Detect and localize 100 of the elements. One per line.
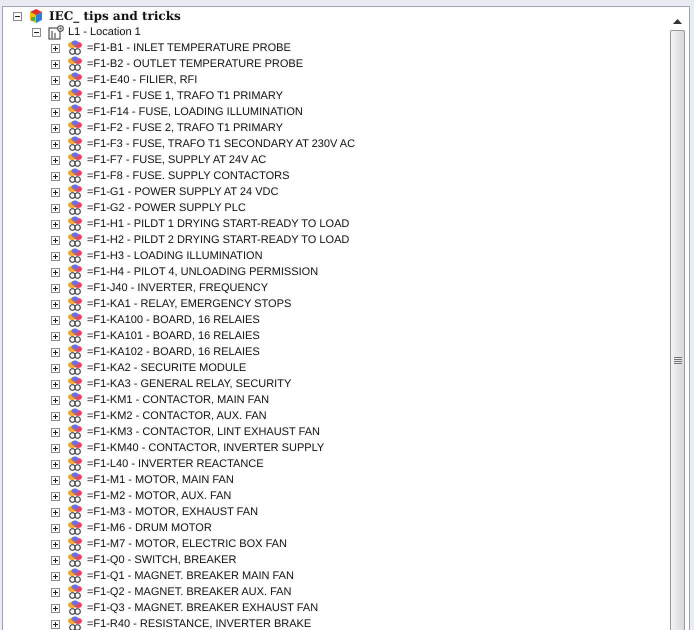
device-icon [67,408,83,424]
tree-item[interactable]: =F1-M3 - MOTOR, EXHAUST FAN [87,505,258,519]
expand-icon[interactable] [51,556,60,564]
expand-icon[interactable] [51,140,60,148]
tree-item[interactable]: =F1-G1 - POWER SUPPLY AT 24 VDC [87,185,278,199]
tree-item[interactable]: =F1-Q3 - MAGNET. BREAKER EXHAUST FAN [87,601,318,615]
device-icon [67,600,83,616]
expand-icon[interactable] [51,316,60,324]
expand-icon[interactable] [51,604,60,612]
expand-icon[interactable] [51,540,60,548]
tree-item[interactable]: =F1-KA2 - SECURITE MODULE [87,361,246,375]
tree-item[interactable]: =F1-KM2 - CONTACTOR, AUX. FAN [87,409,267,423]
tree-item[interactable]: =F1-G2 - POWER SUPPLY PLC [87,201,246,215]
device-icon [67,360,83,376]
device-icon [67,264,83,280]
expand-icon[interactable] [51,204,60,212]
tree-item[interactable]: =F1-KA101 - BOARD, 16 RELAIES [87,329,260,343]
device-icon [67,616,83,630]
expand-icon[interactable] [51,172,60,180]
device-icon [67,200,83,216]
tree-item[interactable]: =F1-E40 - FILIER, RFI [87,73,198,87]
tree-item[interactable]: L1 - Location 1 [68,25,141,39]
expand-icon[interactable] [51,572,60,580]
expand-icon[interactable] [51,60,60,68]
expand-icon[interactable] [51,268,60,276]
collapse-icon[interactable] [13,12,22,20]
expand-icon[interactable] [51,588,60,596]
device-icon [67,136,83,152]
tree-item[interactable]: =F1-KA3 - GENERAL RELAY, SECURITY [87,377,292,391]
tree-item[interactable]: =F1-H3 - LOADING ILLUMINATION [87,249,263,263]
scroll-thumb[interactable] [670,30,685,630]
tree-item[interactable]: =F1-L40 - INVERTER REACTANCE [87,457,264,471]
tree-item[interactable]: =F1-H2 - PILDT 2 DRYING START-READY TO LOAD [87,233,350,247]
expand-icon[interactable] [51,380,60,388]
expand-icon[interactable] [51,300,60,308]
expand-icon[interactable] [51,284,60,292]
tree-item[interactable]: =F1-H4 - PILOT 4, UNLOADING PERMISSION [87,265,318,279]
tree-item[interactable]: =F1-KM1 - CONTACTOR, MAIN FAN [87,393,270,407]
expand-icon[interactable] [51,364,60,372]
tree-item[interactable]: =F1-M7 - MOTOR, ELECTRIC BOX FAN [87,537,287,551]
tree-item[interactable]: =F1-M1 - MOTOR, MAIN FAN [87,473,234,487]
tree-item[interactable]: =F1-KA102 - BOARD, 16 RELAIES [87,345,260,359]
tree-item[interactable]: =F1-F2 - FUSE 2, TRAFO T1 PRIMARY [87,121,283,135]
expand-icon[interactable] [51,444,60,452]
expand-icon[interactable] [51,332,60,340]
tree-item[interactable]: =F1-F3 - FUSE, TRAFO T1 SECONDARY AT 230V AC [87,137,356,151]
tree-item[interactable]: =F1-Q0 - SWITCH, BREAKER [87,553,236,567]
tree-item[interactable]: IEC_ tips and tricks [49,9,181,23]
expand-icon[interactable] [51,412,60,420]
expand-icon[interactable] [51,188,60,196]
device-icon [67,424,83,440]
collapse-icon[interactable] [32,28,41,36]
expand-icon[interactable] [51,156,60,164]
tree-item[interactable]: =F1-B2 - OUTLET TEMPERATURE PROBE [87,57,304,71]
expand-icon[interactable] [51,92,60,100]
expand-icon[interactable] [51,108,60,116]
device-icon [67,440,83,456]
tree-item[interactable]: =F1-F1 - FUSE 1, TRAFO T1 PRIMARY [87,89,283,103]
tree-item[interactable]: =F1-Q2 - MAGNET. BREAKER AUX. FAN [87,585,292,599]
tree-item[interactable]: =F1-H1 - PILDT 1 DRYING START-READY TO LOAD [87,217,350,231]
device-icon [67,104,83,120]
expand-icon[interactable] [51,348,60,356]
expand-icon[interactable] [51,76,60,84]
expand-icon[interactable] [51,252,60,260]
expand-icon[interactable] [51,428,60,436]
expand-icon[interactable] [51,124,60,132]
tree-item[interactable]: =F1-R40 - RESISTANCE, INVERTER BRAKE [87,617,312,630]
device-icon [67,40,83,56]
device-icon [67,216,83,232]
tree-item[interactable]: =F1-KM40 - CONTACTOR, INVERTER SUPPLY [87,441,324,455]
tree-item[interactable]: =F1-F7 - FUSE, SUPPLY AT 24V AC [87,153,266,167]
expand-icon[interactable] [51,460,60,468]
device-icon [67,344,83,360]
device-icon [67,88,83,104]
expand-icon[interactable] [51,396,60,404]
tree-item[interactable]: =F1-Q1 - MAGNET. BREAKER MAIN FAN [87,569,294,583]
expand-icon[interactable] [51,508,60,516]
device-icon [67,536,83,552]
expand-icon[interactable] [51,44,60,52]
tree-item[interactable]: =F1-M6 - DRUM MOTOR [87,521,212,535]
device-icon [67,184,83,200]
tree-item[interactable]: =F1-J40 - INVERTER, FREQUENCY [87,281,268,295]
tree-item[interactable]: =F1-B1 - INLET TEMPERATURE PROBE [87,41,291,55]
tree-item[interactable]: =F1-F14 - FUSE, LOADING ILLUMINATION [87,105,303,119]
device-icon [67,520,83,536]
tree-item[interactable]: =F1-M2 - MOTOR, AUX. FAN [87,489,232,503]
expand-icon[interactable] [51,236,60,244]
tree-item[interactable]: =F1-KA1 - RELAY, EMERGENCY STOPS [87,297,292,311]
tree-item[interactable]: =F1-KM3 - CONTACTOR, LINT EXHAUST FAN [87,425,320,439]
expand-icon[interactable] [51,620,60,628]
device-icon [67,56,83,72]
expand-icon[interactable] [51,524,60,532]
device-icon [67,232,83,248]
expand-icon[interactable] [51,220,60,228]
expand-icon[interactable] [51,476,60,484]
expand-icon[interactable] [51,492,60,500]
device-icon [67,152,83,168]
tree-item[interactable]: =F1-KA100 - BOARD, 16 RELAIES [87,313,260,327]
tree-item[interactable]: =F1-F8 - FUSE. SUPPLY CONTACTORS [87,169,290,183]
device-icon [67,504,83,520]
